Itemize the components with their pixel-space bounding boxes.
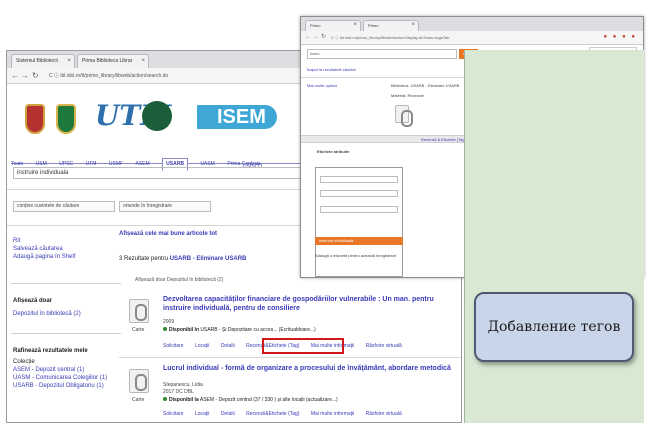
back-arrow-icon[interactable]: ← — [11, 71, 19, 80]
tag-input[interactable] — [320, 176, 398, 183]
refine-item[interactable]: UASM - Comunicarea Colegiilor (1) — [13, 374, 113, 382]
item-actions: Solicitare Locații Detalii Recenzii&Etic… — [163, 411, 412, 417]
divider — [119, 357, 461, 358]
close-icon[interactable]: × — [411, 21, 415, 30]
search-input[interactable]: index — [307, 49, 457, 59]
browser-tab-1[interactable]: Sistemul Bibliotecii × — [11, 54, 75, 68]
toolbar-icons[interactable]: ● ● ● ● — [604, 34, 638, 40]
refine-title: Rafinează rezultatele mele — [13, 348, 88, 354]
item-title[interactable]: Lucrul individual - formă de organizare … — [163, 364, 459, 373]
action-details[interactable]: Detalii — [221, 343, 235, 349]
browser-tab[interactable]: Primo × — [305, 20, 361, 31]
item-author: Stepanescu, Lidia — [163, 382, 203, 388]
action-more-info[interactable]: Mai multe informații — [311, 411, 354, 417]
field-select[interactable]: oriunde în înregistrare — [119, 201, 211, 212]
refine-subtitle: Colecție — [13, 359, 35, 365]
show-only-title: Afișează doar — [13, 298, 53, 304]
back-to-results-link[interactable]: Înapoi la rezultatele căutării — [307, 67, 356, 73]
sidebar-item-rit[interactable]: Rit — [13, 237, 75, 245]
item-title[interactable]: Dezvoltarea capacităților financiare de … — [163, 295, 459, 313]
tag-input[interactable] — [320, 206, 398, 213]
show-only-item[interactable]: Depozitul în bibliotecă (2) — [13, 310, 81, 318]
selected-tag-row[interactable]: instruire individuală — [315, 237, 403, 245]
url-field[interactable]: C ⓘ ibl.idsl.ro/tt/primo_library/libweb/… — [49, 71, 299, 81]
close-icon[interactable]: × — [67, 55, 71, 67]
browser-tabbar: Primo × Primo × — [301, 17, 643, 31]
sidebar-item-save-search[interactable]: Salvează căutarea — [13, 245, 75, 253]
item-availability: Disponibil la ASEM - Depozit central (37… — [163, 397, 338, 403]
results-count: 3 Rezultate pentru USARB - Eliminare USA… — [119, 256, 246, 262]
isem-logo-text: ISEM — [217, 106, 266, 128]
action-virtual-browse[interactable]: Răsfoire virtuală — [366, 411, 402, 417]
assigned-tags-title: Etichete atribuite — [317, 149, 350, 154]
tab-reviews-tags[interactable]: Recenzii & Etichete (Tag) — [421, 137, 466, 143]
add-tag-footer: Adaugă o etichetă pentru această înregis… — [315, 253, 397, 258]
item-year: 2017 DC DBL — [163, 389, 194, 395]
tag-input[interactable] — [320, 190, 398, 197]
results-filter[interactable]: Afișează doar Depozitul în bibliotecă (2… — [135, 277, 223, 283]
reload-icon[interactable]: ↻ — [32, 71, 39, 80]
item-type: Carte — [132, 397, 145, 403]
crest-logo-icon — [25, 104, 45, 134]
caption-box: Добавление тегов — [474, 292, 634, 362]
scope-select[interactable]: conține cuvintele de căutare — [13, 201, 115, 212]
round-logo-icon — [142, 101, 172, 131]
close-icon[interactable]: × — [141, 55, 145, 67]
forward-arrow-icon[interactable]: → — [21, 71, 29, 80]
results-count-prefix: 3 Rezultate pentru — [119, 256, 169, 262]
avail-label: Disponibil în — [169, 327, 199, 333]
results-heading[interactable]: Afișează cele mai bune articole tot — [119, 231, 217, 237]
back-arrow-icon[interactable]: ← — [305, 33, 311, 42]
book-icon — [395, 105, 413, 127]
book-icon — [129, 299, 149, 323]
avail-label: Disponibil la — [169, 397, 199, 403]
available-dot-icon — [163, 397, 167, 401]
address-bar: ← → ↻ C ⓘ ibl.idsl.ro/primo_library/libw… — [301, 31, 643, 45]
action-locations[interactable]: Locații — [195, 411, 209, 417]
refine-item[interactable]: ASEM - Depozit central (1) — [13, 366, 113, 374]
divider — [11, 283, 121, 284]
crest-logo-icon — [56, 104, 76, 134]
avail-location[interactable]: USARB - Și Depozitare cu acces... (Ecrit… — [200, 327, 315, 333]
selected-tag-label: instruire individuală — [319, 238, 354, 243]
browser-tab-2[interactable]: Prima Biblioteca Librar × — [77, 54, 149, 68]
forward-arrow-icon[interactable]: → — [313, 33, 319, 42]
divider — [11, 333, 121, 334]
book-icon — [129, 369, 149, 393]
results-count-query[interactable]: USARB - Eliminare USARB — [170, 256, 247, 262]
close-icon[interactable]: × — [353, 21, 357, 30]
more-options-link[interactable]: Mai multe opțiuni — [307, 83, 337, 89]
tag-link-highlight — [262, 338, 344, 354]
record-material: Material: Recenzie — [391, 93, 425, 98]
action-request[interactable]: Solicitare — [163, 343, 184, 349]
screenshot-frame: Sistemul Bibliotecii × Prima Biblioteca L… — [0, 0, 648, 423]
action-virtual-browse[interactable]: Răsfoire virtuală — [366, 343, 402, 349]
avail-location[interactable]: ASEM - Depozit central (37 / 330 ) și al… — [200, 397, 338, 403]
reload-icon[interactable]: ↻ — [321, 33, 326, 42]
refine-section: Rafinează rezultatele mele Colecție ASEM… — [13, 347, 113, 390]
tag-entry-panel — [315, 167, 403, 277]
show-only-section: Afișează doar Depozitul în bibliotecă (2… — [13, 297, 81, 318]
available-dot-icon — [163, 327, 167, 331]
refine-item[interactable]: USARB - Depozitul Obligatoriu (1) — [13, 382, 113, 390]
item-year: 2009 — [163, 319, 175, 325]
action-request[interactable]: Solicitare — [163, 411, 184, 417]
url-field[interactable]: C ⓘ ibl.idsl.ro/primo_library/libweb/act… — [331, 34, 571, 42]
item-availability: Disponibil în USARB - Și Depozitare cu a… — [163, 327, 316, 333]
record-source: Biblioteca: USARB - Eliminare USARB — [391, 83, 460, 88]
item-type: Carte — [132, 327, 145, 333]
caption-panel — [464, 50, 644, 423]
action-details[interactable]: Detalii — [221, 411, 235, 417]
library-tabs: Toate USM UPSC UTM USMF ASEM USARB UASM … — [11, 152, 306, 171]
search-input[interactable]: instruire individuala — [13, 167, 303, 179]
tab-label: Prima Biblioteca Librar — [82, 58, 133, 64]
tab-label: Sistemul Bibliotecii — [16, 58, 58, 64]
action-locations[interactable]: Locații — [195, 343, 209, 349]
browser-tab[interactable]: Primo × — [363, 20, 419, 31]
action-reviews-tags[interactable]: Recenzii&Etichete (Tag) — [246, 411, 299, 417]
sidebar-item-add-shelf[interactable]: Adaugă pagina în Shelf — [13, 253, 75, 261]
sidebar: Rit Salvează căutarea Adaugă pagina în S… — [13, 237, 75, 261]
